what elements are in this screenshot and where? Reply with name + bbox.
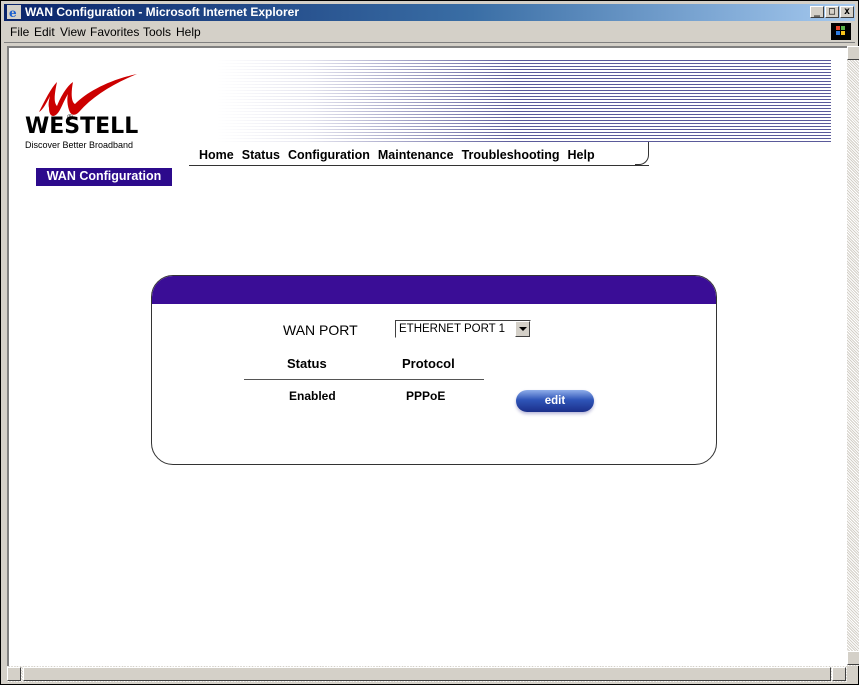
wan-panel: WAN PORT ETHERNET PORT 1 Status Protocol… xyxy=(151,275,717,465)
nav-corner xyxy=(635,142,649,165)
wan-port-select[interactable]: ETHERNET PORT 1 xyxy=(395,320,531,338)
ie-logo-icon: e xyxy=(7,5,21,19)
panel-header-bar xyxy=(152,276,716,304)
windows-flag-icon xyxy=(831,23,851,40)
close-button[interactable]: x xyxy=(840,6,854,18)
scroll-up-arrow[interactable] xyxy=(847,46,859,60)
row-protocol: PPPoE xyxy=(406,389,446,403)
nav-configuration[interactable]: Configuration xyxy=(288,147,370,163)
wan-port-value: ETHERNET PORT 1 xyxy=(399,323,506,335)
horizontal-scrollbar[interactable] xyxy=(7,666,847,682)
menu-view[interactable]: View xyxy=(60,25,86,39)
chevron-down-icon[interactable] xyxy=(515,321,530,337)
scroll-right-arrow[interactable] xyxy=(832,667,846,681)
browser-window: e WAN Configuration - Microsoft Internet… xyxy=(0,0,859,685)
scroll-down-arrow[interactable] xyxy=(847,651,859,665)
nav-home[interactable]: Home xyxy=(199,147,234,163)
nav-troubleshooting[interactable]: Troubleshooting xyxy=(462,147,560,163)
nav-status[interactable]: Status xyxy=(242,147,280,163)
wan-port-label: WAN PORT xyxy=(283,322,358,338)
brand-name: WESTELL xyxy=(25,114,139,139)
title-bar: e WAN Configuration - Microsoft Internet… xyxy=(4,4,855,21)
menu-help[interactable]: Help xyxy=(176,25,201,39)
menu-favorites[interactable]: Favorites xyxy=(90,25,139,39)
nav-divider xyxy=(189,165,649,166)
vertical-scrollbar[interactable] xyxy=(847,46,859,666)
table-divider xyxy=(244,379,484,380)
edit-button[interactable]: edit xyxy=(516,390,594,412)
scroll-left-arrow[interactable] xyxy=(7,667,21,681)
menu-edit[interactable]: Edit xyxy=(34,25,55,39)
section-title: WAN Configuration xyxy=(36,168,172,184)
main-nav: Home Status Configuration Maintenance Tr… xyxy=(199,144,603,166)
header-stripes-fade xyxy=(217,60,517,142)
menu-bar: File Edit View Favorites Tools Help xyxy=(4,22,855,43)
menu-file[interactable]: File xyxy=(10,25,29,39)
section-underline xyxy=(36,184,172,186)
svg-text:e: e xyxy=(9,6,17,19)
page-viewport: ® WESTELL Discover Better Broadband Home… xyxy=(7,46,849,666)
column-status: Status xyxy=(287,356,327,371)
window-title: WAN Configuration - Microsoft Internet E… xyxy=(25,5,300,19)
row-status: Enabled xyxy=(289,389,336,403)
brand-tagline: Discover Better Broadband xyxy=(25,140,134,150)
maximize-button[interactable]: □ xyxy=(825,6,839,18)
nav-help[interactable]: Help xyxy=(568,147,595,163)
horizontal-scroll-thumb[interactable] xyxy=(23,667,831,681)
nav-maintenance[interactable]: Maintenance xyxy=(378,147,454,163)
menu-tools[interactable]: Tools xyxy=(143,25,171,39)
column-protocol: Protocol xyxy=(402,356,455,371)
minimize-button[interactable]: _ xyxy=(810,6,824,18)
